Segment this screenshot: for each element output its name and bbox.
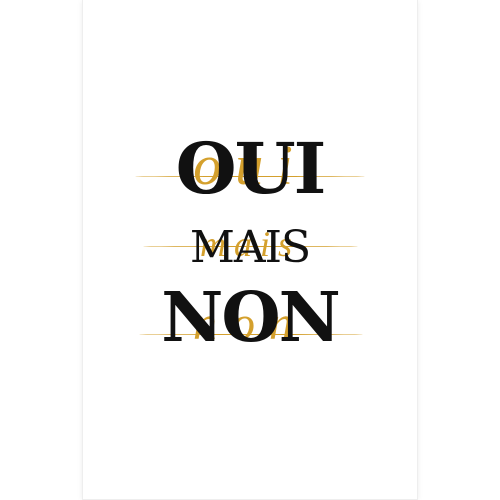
bold-word-oui: OUI [175, 127, 327, 210]
image-canvas: oui OUI mais MAIS non NON [0, 0, 500, 500]
poster: oui OUI mais MAIS non NON [83, 0, 417, 499]
bold-word-mais: MAIS [189, 222, 311, 273]
bold-word-non: NON [161, 278, 341, 358]
